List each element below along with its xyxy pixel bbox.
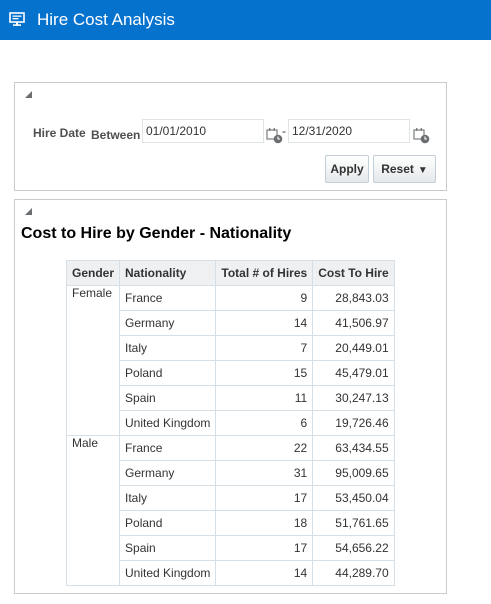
cost-cell[interactable]: 63,434.55 xyxy=(312,435,395,461)
end-date-input[interactable] xyxy=(288,119,410,143)
hires-cell: 11 xyxy=(215,385,314,411)
chevron-down-icon: ▼ xyxy=(417,165,428,176)
apply-button[interactable]: Apply xyxy=(325,155,369,183)
cost-cell[interactable]: 45,479.01 xyxy=(312,360,395,386)
reset-button-label: Reset xyxy=(381,162,414,176)
gender-cell: Female xyxy=(65,285,121,436)
hires-cell: 15 xyxy=(215,360,314,386)
cost-cell[interactable]: 19,726.46 xyxy=(312,410,395,436)
hires-cell: 17 xyxy=(215,535,314,561)
table-row: Male France 22 63,434.55 xyxy=(65,435,395,586)
nationality-cell: United Kingdom xyxy=(119,560,217,586)
start-date-input[interactable] xyxy=(142,119,264,143)
app-titlebar: Hire Cost Analysis xyxy=(0,0,491,40)
date-range-separator: - xyxy=(282,124,286,138)
cost-cell[interactable]: 54,656.22 xyxy=(312,535,395,561)
hire-date-label: Hire Date xyxy=(33,126,86,140)
calendar-icon[interactable] xyxy=(413,127,430,144)
reset-button[interactable]: Reset ▼ xyxy=(373,155,436,183)
between-label: Between xyxy=(91,128,141,142)
table-row: Female France 9 28,843.03 xyxy=(65,285,395,436)
cost-cell[interactable]: 44,289.70 xyxy=(312,560,395,586)
nationality-cell: Germany xyxy=(119,310,217,336)
monitor-icon xyxy=(9,12,25,26)
cost-cell[interactable]: 95,009.65 xyxy=(312,460,395,486)
column-header-hires[interactable]: Total # of Hires xyxy=(215,260,314,286)
report-panel: Cost to Hire by Gender - Nationality Gen… xyxy=(14,199,447,594)
cost-cell[interactable]: 28,843.03 xyxy=(312,285,395,311)
pivot-table: Gender Nationality Total # of Hires Cost… xyxy=(65,260,395,586)
nationality-cell: Spain xyxy=(119,535,217,561)
table-header-row: Gender Nationality Total # of Hires Cost… xyxy=(65,260,395,286)
app-title: Hire Cost Analysis xyxy=(37,10,175,29)
hires-cell: 22 xyxy=(215,435,314,461)
hires-cell: 17 xyxy=(215,485,314,511)
nationality-cell: United Kingdom xyxy=(119,410,217,436)
nationality-cell: Spain xyxy=(119,385,217,411)
hires-cell: 18 xyxy=(215,510,314,536)
hires-cell: 9 xyxy=(215,285,314,311)
nationality-cell: Poland xyxy=(119,510,217,536)
collapse-toggle-icon[interactable] xyxy=(25,208,32,215)
cost-cell[interactable]: 20,449.01 xyxy=(312,335,395,361)
hires-cell: 14 xyxy=(215,560,314,586)
cost-cell[interactable]: 53,450.04 xyxy=(312,485,395,511)
prompts-panel: Hire Date Between - Apply Reset▼ xyxy=(14,82,447,191)
cost-cell[interactable]: 30,247.13 xyxy=(312,385,395,411)
nationality-cell: Poland xyxy=(119,360,217,386)
nationality-cell: Italy xyxy=(119,485,217,511)
cost-cell[interactable]: 41,506.97 xyxy=(312,310,395,336)
nationality-cell: Germany xyxy=(119,460,217,486)
nationality-cell: France xyxy=(119,285,217,311)
gender-cell: Male xyxy=(65,435,121,586)
cost-cell[interactable]: 51,761.65 xyxy=(312,510,395,536)
calendar-icon[interactable] xyxy=(266,127,283,144)
column-header-gender[interactable]: Gender xyxy=(65,260,121,286)
nationality-cell: Italy xyxy=(119,335,217,361)
column-header-nationality[interactable]: Nationality xyxy=(119,260,217,286)
collapse-toggle-icon[interactable] xyxy=(25,91,32,98)
hires-cell: 31 xyxy=(215,460,314,486)
report-title: Cost to Hire by Gender - Nationality xyxy=(21,225,292,242)
hires-cell: 14 xyxy=(215,310,314,336)
hires-cell: 7 xyxy=(215,335,314,361)
hires-cell: 6 xyxy=(215,410,314,436)
nationality-cell: France xyxy=(119,435,217,461)
column-header-cost[interactable]: Cost To Hire xyxy=(312,260,395,286)
